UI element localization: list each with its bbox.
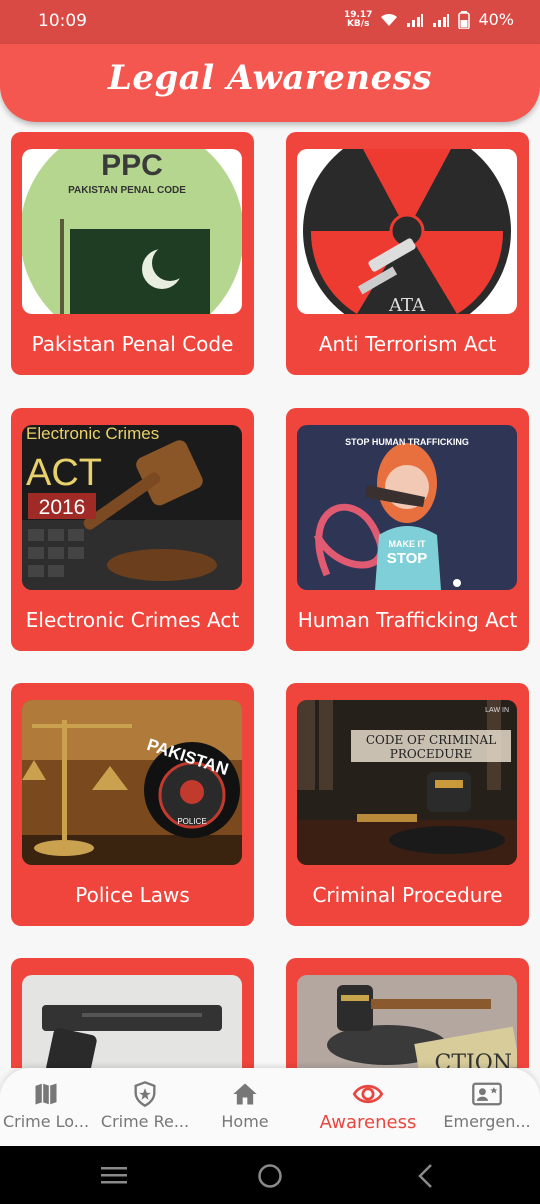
nav-label: Crime Lo... <box>2 1112 90 1131</box>
nav-label: Home <box>221 1112 269 1131</box>
home-icon <box>233 1083 257 1105</box>
card-image-electronic-crimes: Electronic Crimes ACT 2016 <box>22 425 242 590</box>
ppc-image: PPC PAKISTAN PENAL CODE <box>22 149 242 314</box>
contact-card-icon <box>472 1082 502 1106</box>
card-police-laws[interactable]: PAKISTAN POLICE Police Laws <box>11 683 254 926</box>
police-laws-image: PAKISTAN POLICE <box>22 700 242 865</box>
human-trafficking-image: MAKE IT STOP STOP HUMAN TRAFFICKING <box>297 425 517 590</box>
awareness-grid: PPC PAKISTAN PENAL CODE Pakistan Penal C… <box>0 122 540 1068</box>
card-image-police-laws: PAKISTAN POLICE <box>22 700 242 865</box>
home-circle-icon[interactable] <box>257 1163 283 1189</box>
card-pakistan-penal-code[interactable]: PPC PAKISTAN PENAL CODE Pakistan Penal C… <box>11 132 254 375</box>
app-header: Legal Awareness <box>0 44 540 122</box>
gavel-image: CTION <box>297 975 517 1068</box>
nav-crime-report[interactable]: Crime Re... <box>91 1080 199 1131</box>
status-time: 10:09 <box>38 11 87 31</box>
card-image-ppc: PPC PAKISTAN PENAL CODE <box>22 149 242 314</box>
criminal-procedure-subheading: PROCEDURE <box>390 747 472 761</box>
recent-apps-icon[interactable] <box>101 1165 127 1185</box>
ata-image: ATA <box>297 149 517 314</box>
stop-human-trafficking-text: STOP HUMAN TRAFFICKING <box>345 437 469 447</box>
card-human-trafficking-act[interactable]: MAKE IT STOP STOP HUMAN TRAFFICKING Huma… <box>286 408 529 651</box>
map-icon <box>35 1083 57 1105</box>
card-label: Anti Terrorism Act <box>318 332 497 356</box>
card-image-criminal-procedure: CODE OF CRIMINAL PROCEDURE LAW IN <box>297 700 517 865</box>
gavel-image-text: CTION <box>435 1051 512 1068</box>
nav-label: Emergen... <box>443 1112 531 1131</box>
criminal-procedure-image: CODE OF CRIMINAL PROCEDURE LAW IN <box>297 700 517 865</box>
police-badge-icon <box>134 1081 156 1107</box>
card-criminal-procedure[interactable]: CODE OF CRIMINAL PROCEDURE LAW IN Crimin… <box>286 683 529 926</box>
nav-awareness[interactable]: Awareness <box>314 1080 422 1133</box>
card-label: Criminal Procedure <box>312 883 503 907</box>
law-in-text: LAW IN <box>485 707 509 714</box>
battery-icon <box>458 10 471 29</box>
card-image-firearm <box>22 975 242 1068</box>
police-badge-text: POLICE <box>177 817 206 826</box>
card-gavel[interactable]: CTION <box>286 958 529 1068</box>
wifi-icon <box>381 13 398 26</box>
card-label: Electronic Crimes Act <box>25 608 240 632</box>
status-icons: 19.17 KB/s 40% <box>344 10 514 29</box>
system-navigation-bar <box>0 1146 540 1204</box>
nav-home[interactable]: Home <box>191 1080 299 1131</box>
battery-level: 40% <box>478 10 514 29</box>
make-it-text: MAKE IT <box>389 539 427 549</box>
ppc-subheading: PAKISTAN PENAL CODE <box>68 185 186 196</box>
electronic-crimes-act-text: ACT <box>26 452 102 494</box>
eye-icon <box>352 1084 384 1104</box>
ppc-heading: PPC <box>101 149 163 182</box>
card-image-human-trafficking: MAKE IT STOP STOP HUMAN TRAFFICKING <box>297 425 517 590</box>
stop-text: STOP <box>387 550 428 567</box>
nav-emergency[interactable]: Emergen... <box>433 1080 540 1131</box>
card-image-ata: ATA <box>297 149 517 314</box>
back-icon[interactable] <box>416 1163 434 1189</box>
nav-label: Crime Re... <box>100 1112 190 1131</box>
nav-crime-location[interactable]: Crime Lo... <box>0 1080 100 1131</box>
bottom-navigation: Crime Lo... Crime Re... Home Awareness E… <box>0 1068 540 1146</box>
ata-caption: ATA <box>388 295 426 314</box>
card-image-gavel: CTION <box>297 975 517 1068</box>
nav-label: Awareness <box>319 1112 417 1133</box>
network-speed: 19.17 KB/s <box>344 10 372 29</box>
card-firearm[interactable] <box>11 958 254 1068</box>
card-label: Pakistan Penal Code <box>31 332 234 356</box>
electronic-crimes-year: 2016 <box>39 496 86 519</box>
card-electronic-crimes-act[interactable]: Electronic Crimes ACT 2016 Electronic Cr… <box>11 408 254 651</box>
criminal-procedure-heading: CODE OF CRIMINAL <box>366 733 496 747</box>
signal-icon <box>407 13 424 27</box>
card-anti-terrorism-act[interactable]: ATA Anti Terrorism Act <box>286 132 529 375</box>
network-speed-unit: KB/s <box>346 18 370 29</box>
firearm-image <box>22 975 242 1068</box>
electronic-crimes-heading: Electronic Crimes <box>26 425 159 443</box>
electronic-crimes-image: Electronic Crimes ACT 2016 <box>22 425 242 590</box>
page-title: Legal Awareness <box>107 58 433 98</box>
card-label: Human Trafficking Act <box>297 608 518 632</box>
status-bar: 10:09 19.17 KB/s 40% <box>0 0 540 44</box>
signal-icon-2 <box>433 13 450 27</box>
card-label: Police Laws <box>75 883 190 907</box>
